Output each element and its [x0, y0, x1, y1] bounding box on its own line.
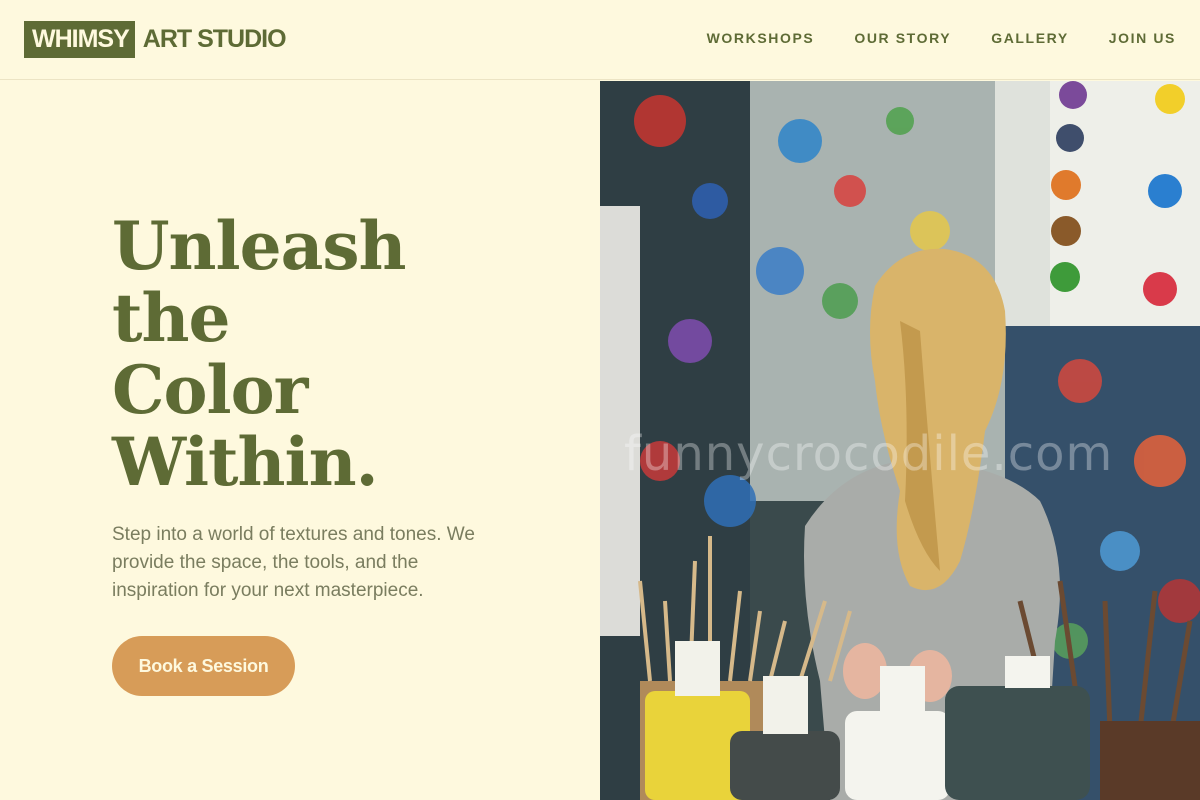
site-header: WHIMSY ART STUDIO WORKSHOPS OUR STORY GA…	[0, 0, 1200, 80]
photo-watermark: funnycrocodile.com	[624, 426, 1114, 482]
nav-join-us-link[interactable]: JOIN US	[1109, 30, 1176, 46]
brand-logo[interactable]: WHIMSY ART STUDIO	[24, 21, 287, 58]
hero-subtitle: Step into a world of textures and tones.…	[112, 524, 475, 601]
nav-workshops-link[interactable]: WORKSHOPS	[707, 30, 815, 46]
hero-title-line: Color	[112, 351, 308, 429]
hero-title-line: the	[112, 279, 230, 357]
hero-title-line: Within.	[112, 423, 379, 501]
hero-photo: funnycrocodile.com	[600, 81, 1200, 800]
nav-our-story-link[interactable]: OUR STORY	[854, 30, 951, 46]
book-session-button[interactable]: Book a Session	[112, 636, 295, 696]
logo-text: ART STUDIO	[142, 25, 287, 53]
main-nav: WORKSHOPS OUR STORY GALLERY JOIN US	[667, 30, 1176, 46]
hero-title-line: Unleash	[112, 207, 407, 285]
logo-badge: WHIMSY	[24, 21, 135, 58]
nav-gallery-link[interactable]: GALLERY	[991, 30, 1069, 46]
hero-title: Unleash the Color Within.	[112, 207, 407, 501]
